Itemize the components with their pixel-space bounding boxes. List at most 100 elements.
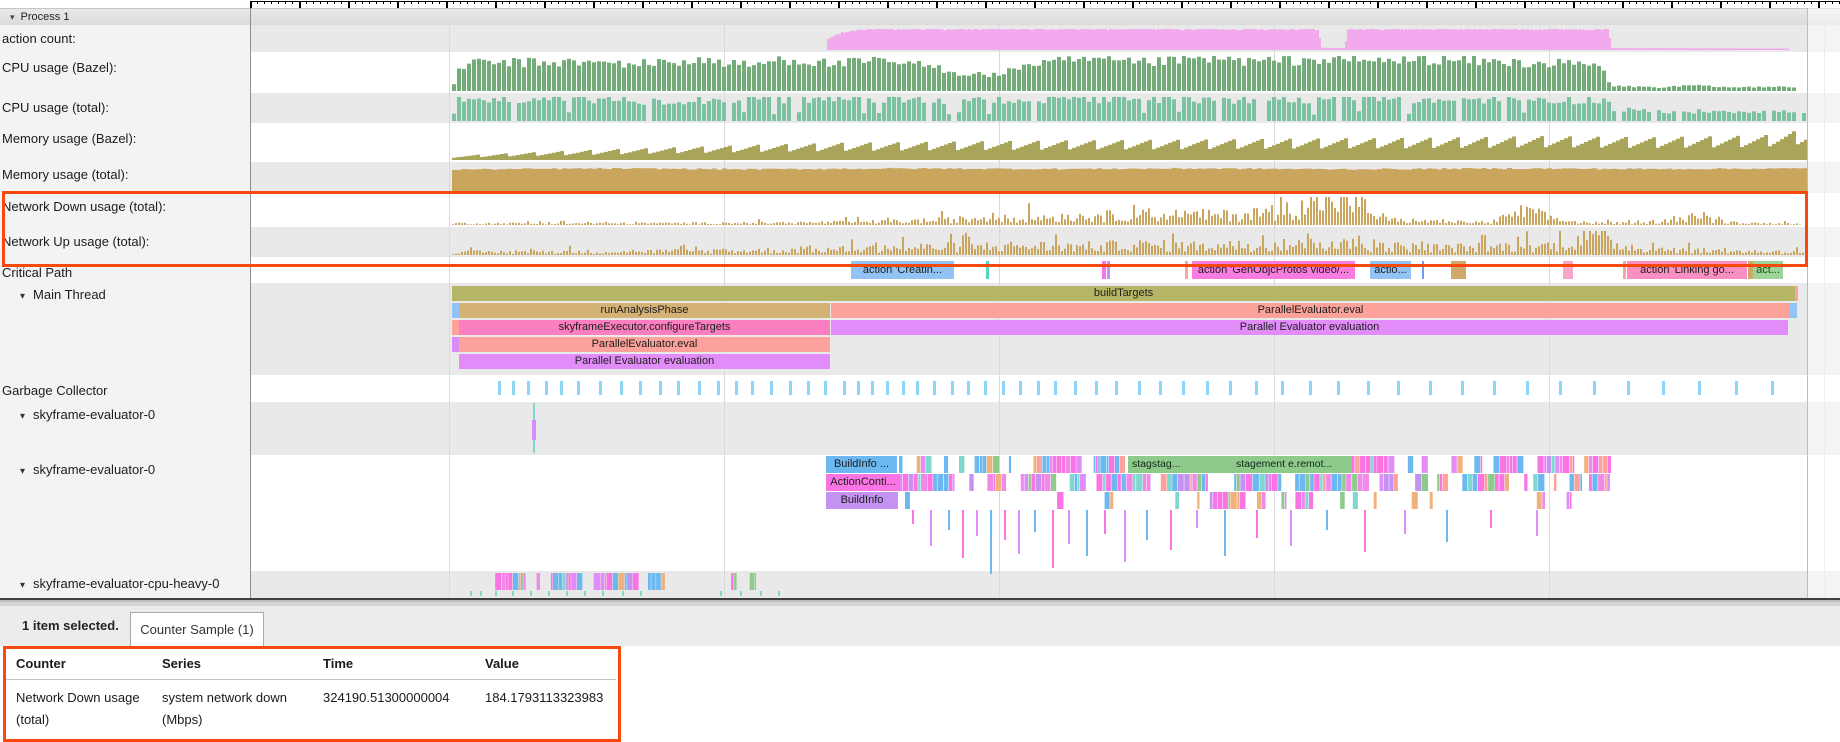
track-expander-icon[interactable]: ▾: [20, 466, 25, 477]
ruler-minor-tick: [852, 1, 853, 4]
ruler-minor-tick: [1139, 1, 1140, 4]
ruler-minor-tick: [824, 1, 825, 4]
ruler-major-tick: [1181, 1, 1183, 8]
track-row-bg: [250, 52, 1840, 93]
ruler-minor-tick: [1566, 1, 1567, 4]
ruler-minor-tick: [1615, 1, 1616, 4]
trace-span[interactable]: [986, 261, 989, 279]
ruler-minor-tick: [971, 1, 972, 4]
ruler-minor-tick: [1153, 1, 1154, 4]
trace-span[interactable]: [452, 337, 459, 352]
track-row-bg: [250, 193, 1840, 227]
ruler-minor-tick: [334, 1, 335, 4]
ruler-minor-tick: [1020, 1, 1021, 4]
panel-divider[interactable]: [250, 8, 251, 598]
panel-splitter[interactable]: [0, 598, 1840, 606]
track-expander-icon[interactable]: ▾: [20, 411, 25, 422]
trace-span[interactable]: buildTargets: [452, 286, 1795, 301]
ruler-minor-tick: [474, 1, 475, 4]
trace-span[interactable]: ParallelEvaluator.eval: [831, 303, 1790, 318]
process-expander-icon[interactable]: ▾: [10, 12, 15, 22]
track-expander-icon[interactable]: ▾: [20, 580, 25, 591]
trace-span[interactable]: [452, 303, 459, 318]
ruler-major-tick: [740, 1, 742, 8]
ruler-minor-tick: [1811, 1, 1812, 4]
ruler-minor-tick: [1174, 1, 1175, 4]
ruler-minor-tick: [1167, 1, 1168, 4]
ruler-minor-tick: [1398, 1, 1399, 4]
ruler-major-tick: [1377, 1, 1379, 8]
ruler-minor-tick: [1594, 1, 1595, 4]
ruler-minor-tick: [425, 1, 426, 4]
trace-span[interactable]: ParallelEvaluator.eval: [459, 337, 830, 352]
trace-span[interactable]: [1623, 261, 1626, 279]
track-label-cpu-bazel: CPU usage (Bazel):: [2, 60, 117, 75]
ruler-minor-tick: [1783, 1, 1784, 4]
ruler-minor-tick: [908, 1, 909, 4]
ruler-minor-tick: [943, 1, 944, 4]
ruler-minor-tick: [1237, 1, 1238, 4]
track-label-text: Memory usage (total):: [2, 167, 128, 182]
ruler-minor-tick: [1636, 1, 1637, 4]
ruler-minor-tick: [1118, 1, 1119, 4]
ruler-minor-tick: [733, 1, 734, 4]
track-label-text: skyframe-evaluator-cpu-heavy-0: [33, 576, 219, 591]
trace-span[interactable]: [452, 320, 459, 335]
trace-span[interactable]: [1451, 261, 1466, 279]
ruler-minor-tick: [1468, 1, 1469, 4]
trace-span[interactable]: action 'Linking go...: [1627, 261, 1747, 279]
ruler-major-tick: [1769, 1, 1771, 8]
ruler-minor-tick: [1832, 1, 1833, 4]
trace-span[interactable]: action 'Creatin...: [851, 261, 954, 279]
track-expander-icon[interactable]: ▾: [20, 291, 25, 302]
ruler-minor-tick: [915, 1, 916, 4]
time-ruler: [0, 0, 1840, 8]
ruler-minor-tick: [404, 1, 405, 4]
trace-viewer: ▾Process 1 action 'Creatin...action 'Gen…: [0, 0, 1840, 742]
ruler-minor-tick: [1706, 1, 1707, 4]
trace-span[interactable]: [1102, 261, 1106, 279]
ruler-minor-tick: [1265, 1, 1266, 4]
ruler-major-tick: [838, 1, 840, 8]
track-row-bg: [250, 402, 1840, 455]
trace-span[interactable]: [1790, 303, 1797, 318]
ruler-minor-tick: [523, 1, 524, 4]
ruler-minor-tick: [1692, 1, 1693, 4]
trace-span[interactable]: ActionConti...: [826, 474, 900, 491]
trace-span[interactable]: BuildInfo ...: [826, 456, 897, 473]
ruler-major-tick: [1720, 1, 1722, 8]
trace-span[interactable]: [1422, 261, 1424, 279]
ruler-minor-tick: [1055, 1, 1056, 4]
trace-span[interactable]: [1795, 286, 1798, 301]
track-label-main-thread: ▾Main Thread: [20, 287, 106, 302]
ruler-minor-tick: [775, 1, 776, 4]
ruler-minor-tick: [873, 1, 874, 4]
ruler-minor-tick: [831, 1, 832, 4]
trace-span[interactable]: skyframeExecutor.configureTargets: [459, 320, 830, 335]
ruler-minor-tick: [1608, 1, 1609, 4]
trace-span[interactable]: actio...: [1370, 261, 1411, 279]
overlapping-slice-label: stagstag...: [1132, 456, 1180, 473]
trace-span[interactable]: action 'GenObjcProtos video/...: [1192, 261, 1355, 279]
ruler-minor-tick: [313, 1, 314, 4]
ruler-minor-tick: [439, 1, 440, 4]
track-label-text: Critical Path: [2, 265, 72, 280]
tab-counter-sample[interactable]: Counter Sample (1): [130, 612, 264, 647]
ruler-minor-tick: [1545, 1, 1546, 4]
trace-span[interactable]: Parallel Evaluator evaluation: [831, 320, 1788, 335]
trace-span[interactable]: BuildInfo: [826, 492, 898, 509]
trace-span[interactable]: [1107, 261, 1110, 279]
trace-span[interactable]: runAnalysisPhase: [459, 303, 830, 318]
trace-span[interactable]: [1185, 261, 1188, 279]
table-row[interactable]: Network Down usage (total) system networ…: [6, 680, 616, 731]
timeline[interactable]: action 'Creatin... action 'GenObjcProtos …: [0, 25, 1840, 598]
ruler-minor-tick: [278, 1, 279, 4]
ruler-minor-tick: [880, 1, 881, 4]
ruler-major-tick: [985, 1, 987, 8]
ruler-minor-tick: [621, 1, 622, 4]
ruler-minor-tick: [1195, 1, 1196, 4]
ruler-major-tick: [593, 1, 595, 8]
trace-span[interactable]: [1563, 261, 1573, 279]
trace-span[interactable]: Parallel Evaluator evaluation: [459, 354, 830, 369]
trace-span[interactable]: act...: [1753, 261, 1783, 279]
